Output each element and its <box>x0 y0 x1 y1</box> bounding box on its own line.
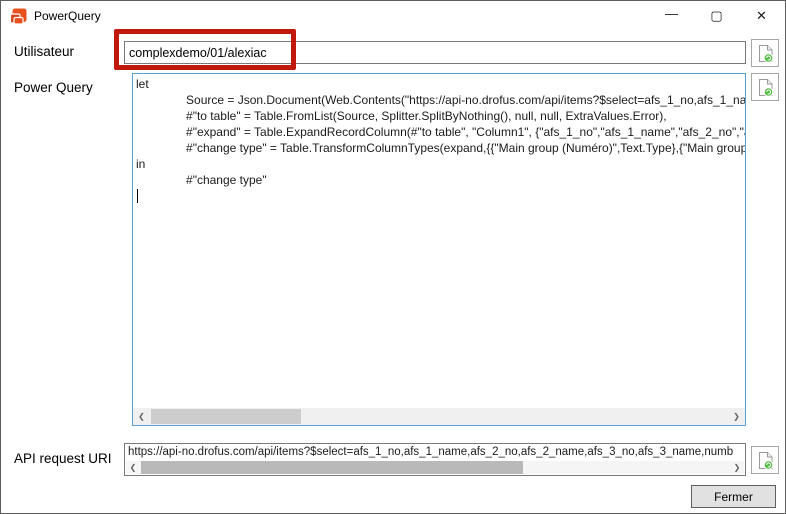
api-uri-field[interactable]: https://api-no.drofus.com/api/items?$sel… <box>124 443 746 476</box>
copy-document-icon <box>757 451 774 470</box>
copy-api-uri-button[interactable] <box>751 446 779 474</box>
close-icon[interactable]: ✕ <box>739 1 784 31</box>
user-input[interactable] <box>124 41 746 64</box>
text-caret <box>137 189 138 203</box>
power-query-hscrollbar[interactable]: ❮ ❯ <box>133 408 745 425</box>
api-hscrollbar[interactable]: ❮ ❯ <box>126 461 744 474</box>
scrollbar-thumb[interactable] <box>151 409 301 424</box>
minimize-button[interactable]: — <box>649 1 694 31</box>
power-query-code[interactable]: let Source = Json.Document(Web.Contents(… <box>133 74 745 408</box>
api-uri-value[interactable]: https://api-no.drofus.com/api/items?$sel… <box>125 444 745 460</box>
fermer-button[interactable]: Fermer <box>691 485 776 508</box>
copy-document-icon <box>757 44 774 63</box>
powerquery-app-icon <box>10 8 27 25</box>
window-title: PowerQuery <box>34 9 101 23</box>
copy-query-button[interactable] <box>751 73 779 101</box>
scroll-left-icon[interactable]: ❮ <box>133 408 150 425</box>
maximize-button[interactable]: ▢ <box>694 1 739 31</box>
power-query-editor[interactable]: let Source = Json.Document(Web.Contents(… <box>132 73 746 426</box>
power-query-label: Power Query <box>14 80 93 95</box>
title-bar: PowerQuery — ▢ ✕ <box>1 1 785 31</box>
scroll-right-icon[interactable]: ❯ <box>728 408 745 425</box>
scroll-left-icon[interactable]: ❮ <box>126 461 140 474</box>
api-uri-label: API request URI <box>14 451 112 466</box>
copy-document-icon <box>757 78 774 97</box>
powerquery-dialog: PowerQuery — ▢ ✕ Utilisateur Power Query… <box>0 0 786 514</box>
user-label: Utilisateur <box>14 44 74 59</box>
scroll-right-icon[interactable]: ❯ <box>730 461 744 474</box>
scrollbar-thumb[interactable] <box>141 461 523 474</box>
copy-user-button[interactable] <box>751 39 779 67</box>
